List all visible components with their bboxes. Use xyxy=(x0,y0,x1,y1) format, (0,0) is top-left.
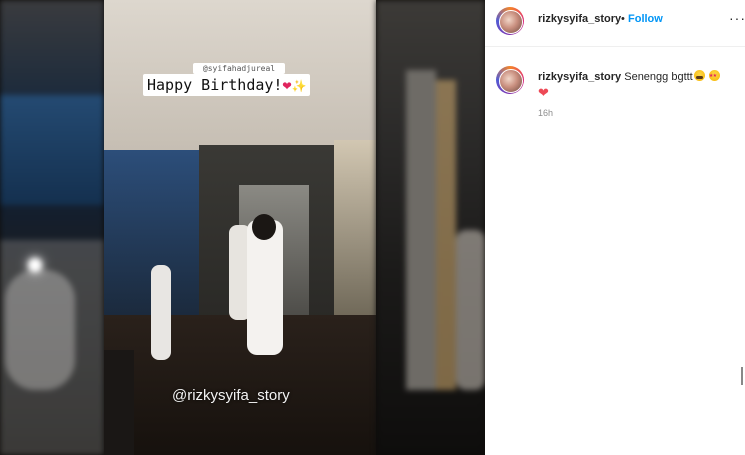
story-watermark: @rizkysyifa_story xyxy=(172,387,290,404)
star-struck-emoji-icon xyxy=(708,69,720,84)
post-header: rizkysyifa_story • Follow ··· xyxy=(485,0,745,47)
comment-avatar[interactable] xyxy=(496,66,524,94)
caption-comment: rizkysyifa_story Senengg bgttt ❤ xyxy=(538,69,738,102)
story-caption-text: Happy Birthday! xyxy=(147,76,283,94)
sparkles-emoji-icon: ✨ xyxy=(291,79,307,93)
separator-dot: • xyxy=(621,13,625,25)
more-options-icon[interactable]: ··· xyxy=(729,10,745,26)
comment-text: Senengg bgttt xyxy=(624,71,693,83)
header-username[interactable]: rizkysyifa_story xyxy=(538,13,621,25)
story-mention-tag: @syifahadjureal xyxy=(193,63,285,74)
follow-button[interactable]: Follow xyxy=(628,13,663,25)
avatar[interactable] xyxy=(496,7,524,35)
media-right-panel xyxy=(376,0,485,455)
scrollbar[interactable] xyxy=(741,367,743,385)
weary-face-emoji-icon xyxy=(693,70,705,81)
comment-timestamp[interactable]: 16h xyxy=(538,108,553,116)
post-media[interactable]: @syifahadjureal Happy Birthday!❤✨ @rizky… xyxy=(0,0,485,455)
red-heart-emoji-icon: ❤ xyxy=(538,85,549,100)
media-left-panel xyxy=(0,0,104,455)
story-caption: Happy Birthday!❤✨ xyxy=(143,74,311,96)
heart-emoji-icon: ❤ xyxy=(282,76,292,94)
comment-username[interactable]: rizkysyifa_story xyxy=(538,71,621,83)
post-sidebar: rizkysyifa_story • Follow ··· rizkysyifa… xyxy=(485,0,745,455)
